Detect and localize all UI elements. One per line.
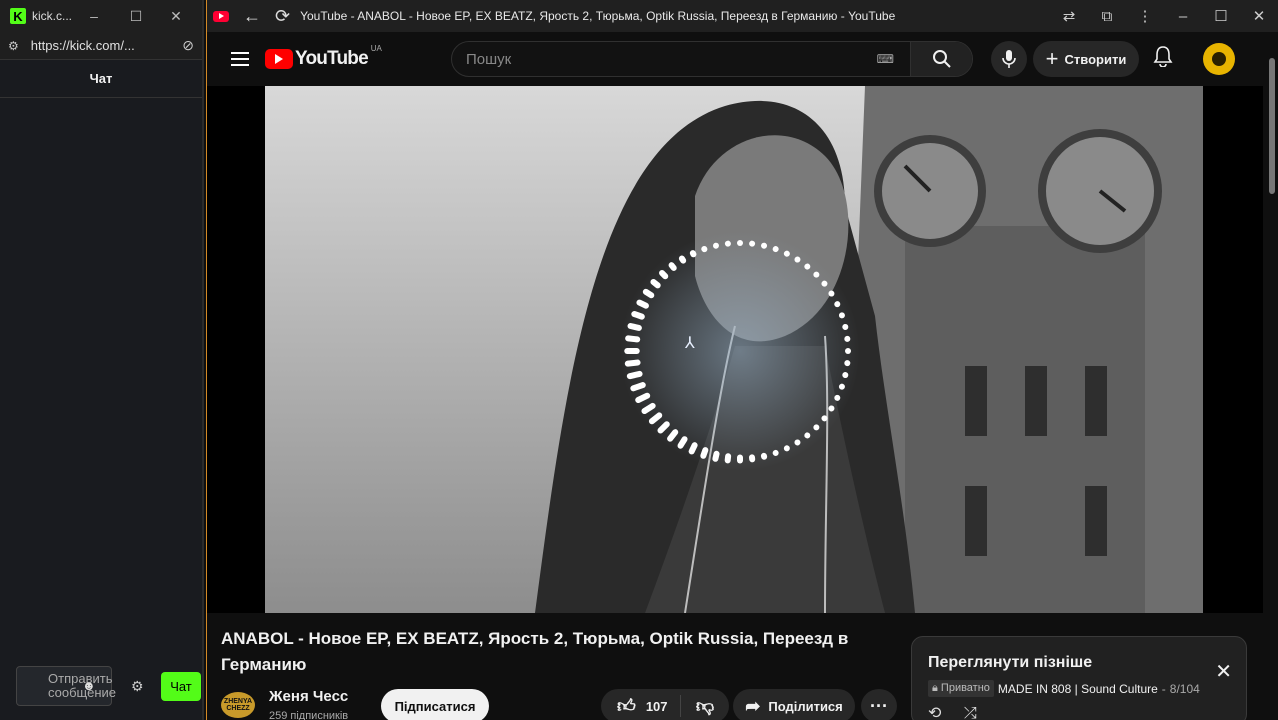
- channel-name[interactable]: Женя Чесс: [269, 688, 348, 705]
- microphone-icon: [1002, 50, 1016, 68]
- loop-icon[interactable]: ⟲: [928, 705, 941, 720]
- shuffle-icon[interactable]: ⤮: [964, 705, 977, 720]
- kick-url-text[interactable]: https://kick.com/...: [31, 38, 183, 53]
- browser-window: ← ⟳ YouTube - ANABOL - Новое EP, EX BEAT…: [206, 0, 1278, 720]
- search-button[interactable]: [910, 42, 972, 76]
- page-scrollbar[interactable]: [1267, 54, 1277, 194]
- kick-titlebar: K kick.c... – ☐ ✕: [0, 0, 202, 32]
- share-button[interactable]: ➦ Поділитися: [733, 689, 855, 720]
- site-settings-icon[interactable]: ⚙: [8, 39, 19, 53]
- emoji-icon[interactable]: ☻: [82, 678, 96, 693]
- eye-off-icon[interactable]: ⊘: [182, 37, 194, 54]
- chat-settings-gear-icon[interactable]: ⚙: [131, 678, 144, 695]
- search-input[interactable]: Пошук: [466, 51, 877, 68]
- kick-window: K kick.c... – ☐ ✕ ⚙ https://kick.com/...…: [0, 0, 204, 720]
- watch-later-playlist-panel: Переглянути пізніше ✕ 🔒︎ Приватно MADE I…: [911, 636, 1247, 720]
- create-button[interactable]: + Створити: [1033, 41, 1139, 77]
- more-horizontal-icon: ···: [870, 695, 888, 716]
- kick-chat-header: Чат: [0, 60, 202, 98]
- video-image: ⅄: [265, 86, 1203, 613]
- visualizer-bar: [845, 348, 851, 354]
- create-label: Створити: [1064, 51, 1127, 67]
- search-icon: [932, 50, 951, 68]
- youtube-play-icon: [265, 49, 293, 69]
- playlist-current-channel[interactable]: MADE IN 808 | Sound Culture: [998, 682, 1158, 696]
- video-player[interactable]: ⅄: [207, 86, 1263, 613]
- channel-avatar[interactable]: ZHENYA CHEZZ: [221, 692, 255, 718]
- kick-logo-icon: K: [10, 8, 26, 24]
- maximize-icon[interactable]: ☐: [1202, 7, 1240, 25]
- youtube-masthead: YouTube UA Пошук ⌨ + Створити: [207, 32, 1278, 86]
- hamburger-menu-icon[interactable]: [231, 48, 249, 70]
- video-frame[interactable]: ⅄: [265, 86, 1203, 613]
- youtube-favicon-icon: [213, 10, 229, 22]
- thumbs-down-icon: 👎︎: [695, 696, 715, 716]
- kick-chat-send-button[interactable]: Чат: [161, 672, 201, 701]
- playlist-meta: 🔒︎ Приватно MADE IN 808 | Sound Culture …: [928, 680, 1200, 697]
- extensions-puzzle-icon[interactable]: ⧉: [1088, 8, 1126, 25]
- voice-search-button[interactable]: [991, 41, 1027, 77]
- like-count: 107: [645, 698, 668, 714]
- youtube-wordmark: YouTube: [295, 48, 369, 69]
- share-label: Поділитися: [768, 698, 843, 714]
- translate-icon[interactable]: ⇄: [1050, 7, 1088, 25]
- playlist-title[interactable]: Переглянути пізніше: [928, 654, 1092, 672]
- back-arrow-icon[interactable]: ←: [243, 6, 261, 27]
- thumbs-up-icon: 👍︎: [617, 696, 636, 716]
- playlist-position: 8/104: [1169, 681, 1200, 696]
- browser-titlebar: ← ⟳ YouTube - ANABOL - Новое EP, EX BEAT…: [207, 0, 1278, 32]
- video-title: ANABOL - Новое EP, EX BEATZ, Ярость 2, Т…: [221, 629, 849, 674]
- keyboard-icon[interactable]: ⌨: [877, 52, 894, 66]
- visualizer-bar: [737, 454, 743, 464]
- separator: -: [1161, 681, 1166, 696]
- dislike-button[interactable]: 👎︎: [681, 695, 729, 717]
- visualizer-bar: [737, 240, 743, 246]
- close-icon[interactable]: ✕: [1215, 659, 1232, 684]
- country-code: UA: [370, 44, 382, 53]
- kick-message-input[interactable]: Отправить сообщение: [16, 666, 116, 706]
- browser-tab-title: YouTube - ANABOL - Новое EP, EX BEATZ, Я…: [300, 9, 896, 23]
- like-button[interactable]: 👍︎ 107: [601, 695, 681, 717]
- subscribe-button[interactable]: Підписатися: [381, 689, 489, 720]
- kick-window-title: kick.c...: [32, 9, 72, 23]
- channel-info[interactable]: ZHENYA CHEZZ Женя Чесс 259 підписників: [221, 686, 348, 720]
- youtube-logo[interactable]: YouTube UA: [265, 44, 382, 70]
- plus-icon: +: [1045, 46, 1059, 71]
- desktop: K kick.c... – ☐ ✕ ⚙ https://kick.com/...…: [0, 0, 1278, 720]
- search-box[interactable]: Пошук ⌨: [451, 41, 973, 77]
- subscriber-count: 259 підписників: [269, 710, 349, 720]
- notifications-bell-icon[interactable]: [1153, 45, 1173, 73]
- close-icon[interactable]: ✕: [1240, 7, 1278, 25]
- svg-text:⅄: ⅄: [684, 333, 695, 352]
- minimize-icon[interactable]: –: [72, 8, 116, 24]
- like-dislike-group: 👍︎ 107 👎︎: [601, 689, 729, 720]
- privacy-label: Приватно: [940, 682, 990, 694]
- reload-icon[interactable]: ⟳: [275, 6, 290, 27]
- privacy-badge: 🔒︎ Приватно: [928, 680, 994, 697]
- minimize-icon[interactable]: –: [1164, 8, 1202, 25]
- playlist-controls: ⟲ ⤮: [928, 703, 995, 720]
- more-actions-button[interactable]: ···: [861, 689, 897, 720]
- share-arrow-icon: ➦: [745, 695, 761, 716]
- maximize-icon[interactable]: ☐: [116, 8, 156, 25]
- close-icon[interactable]: ✕: [156, 8, 196, 25]
- account-avatar[interactable]: [1203, 43, 1235, 75]
- visualizer-bar: [624, 348, 640, 354]
- kick-address-bar[interactable]: ⚙ https://kick.com/... ⊘: [0, 32, 202, 60]
- lock-icon: 🔒︎: [932, 682, 938, 694]
- kebab-menu-icon[interactable]: ⋮: [1126, 7, 1164, 25]
